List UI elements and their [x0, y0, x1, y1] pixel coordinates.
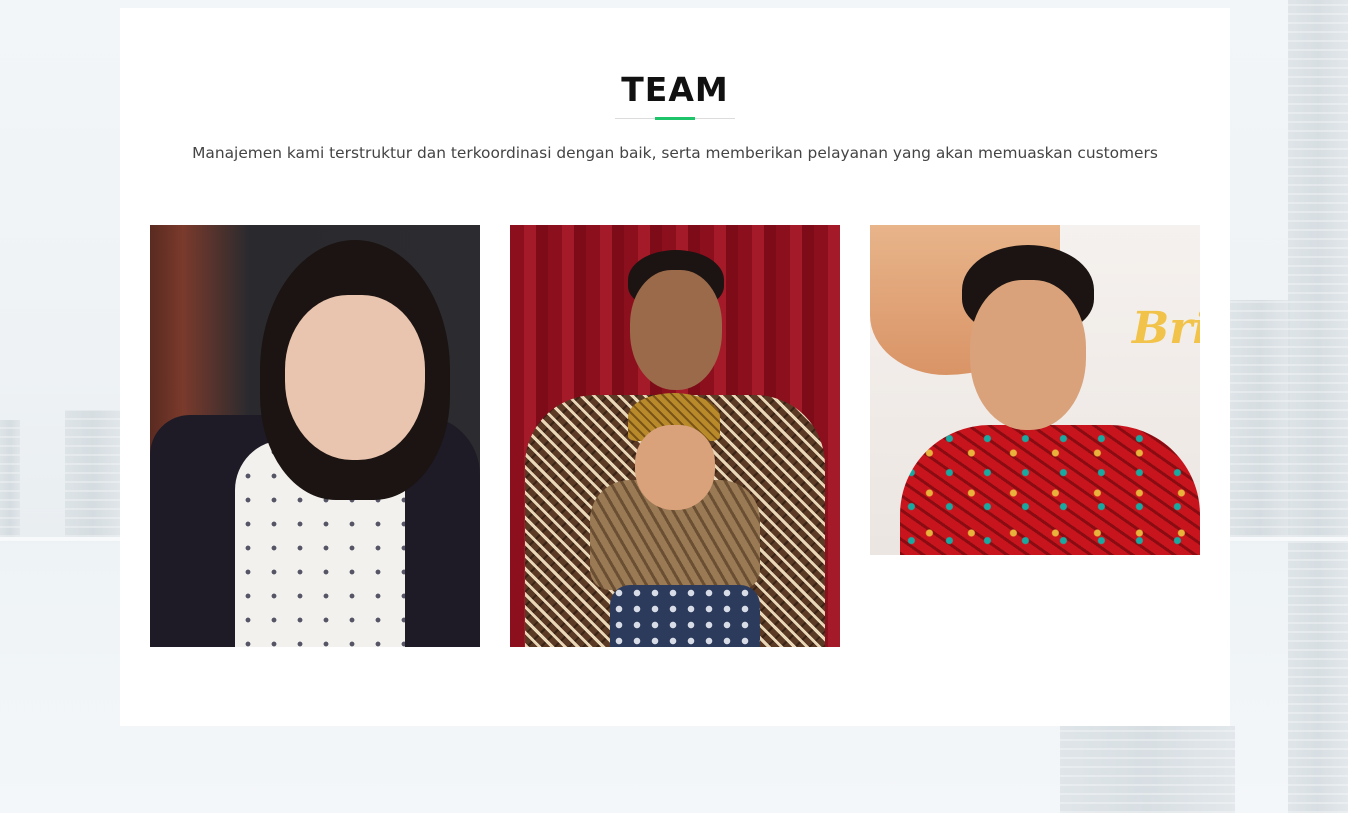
building-shape — [1060, 726, 1235, 813]
photo-face — [285, 295, 425, 460]
photo-face — [970, 280, 1086, 430]
building-shape — [65, 410, 120, 537]
section-title: TEAM — [621, 70, 729, 109]
building-shape — [0, 420, 20, 537]
building-shape — [1288, 541, 1348, 813]
photo-baby-pants — [610, 585, 760, 647]
team-member-photo-3[interactable]: Bri — [870, 225, 1200, 555]
photo-batik-shirt — [900, 425, 1200, 555]
team-member-photo-1[interactable] — [150, 225, 480, 647]
team-member-photo-2[interactable] — [510, 225, 840, 647]
team-section-card: TEAM Manajemen kami terstruktur dan terk… — [120, 8, 1230, 726]
photo-baby-face — [635, 425, 715, 510]
section-subtitle: Manajemen kami terstruktur dan terkoordi… — [192, 144, 1158, 162]
photo-deco-text: Bri — [1132, 303, 1200, 354]
building-shape — [1288, 0, 1348, 537]
building-shape — [1230, 300, 1290, 537]
title-accent-bar — [655, 117, 695, 120]
photo-face — [630, 270, 722, 390]
